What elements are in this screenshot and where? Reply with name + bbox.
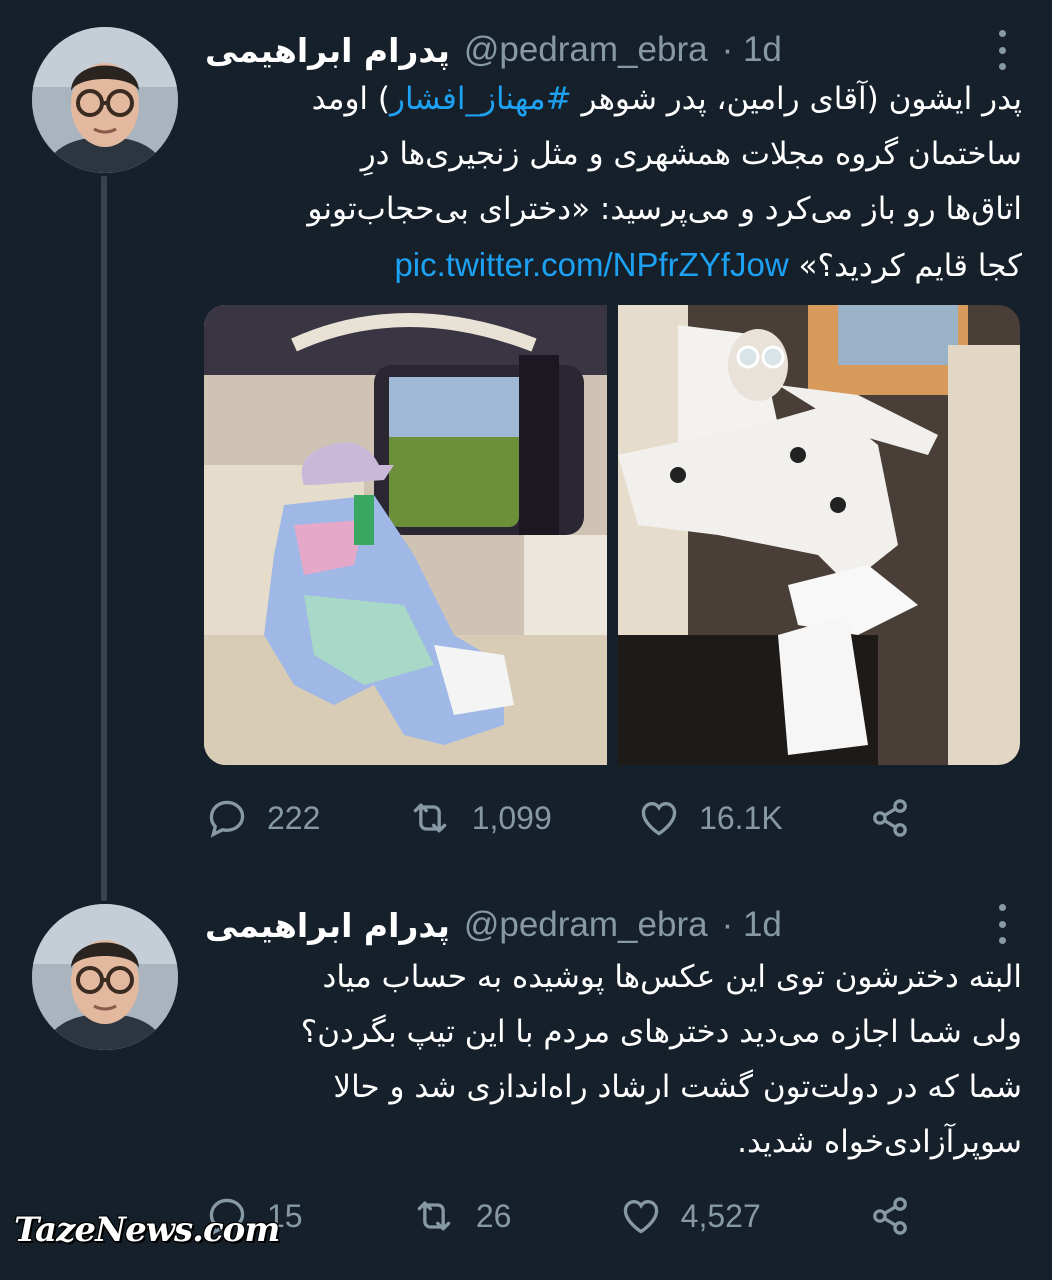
like-count: 16.1K: [699, 799, 783, 836]
watermark: TazeNews.com: [14, 1210, 280, 1250]
media-link[interactable]: pic.twitter.com/NPfrZYfJow: [394, 246, 788, 283]
retweet-count: 1,099: [471, 799, 552, 836]
like-button[interactable]: 16.1K: [637, 796, 783, 840]
avatar[interactable]: [32, 904, 178, 1050]
tweet-header: پدرام ابراهیمی @pedram_ebra · 1d: [205, 900, 992, 950]
retweet-button[interactable]: 1,099: [406, 796, 552, 840]
tweet-text: البته دخترشون توی این عکس‌ها پوشیده به ح…: [205, 950, 1022, 1175]
reply-icon: [209, 800, 245, 838]
share-icon: [873, 799, 907, 837]
tweet-text-line: ولی شما اجازه می‌دید دخترهای مردم با این…: [300, 1014, 1022, 1050]
tweet-header: پدرام ابراهیمی @pedram_ebra · 1d: [205, 25, 992, 75]
tweet-text-segment: پدر ایشون (آقای رامین، پدر شوهر: [571, 81, 1022, 117]
photo-right[interactable]: [617, 305, 1021, 765]
like-icon: [641, 802, 677, 836]
reply-button[interactable]: 222: [205, 796, 320, 840]
tweet-text-line: سوپرآزادی‌خواه شدید.: [737, 1124, 1022, 1160]
timestamp[interactable]: · 1d: [722, 30, 782, 70]
retweet-button[interactable]: 26: [410, 1194, 512, 1238]
share-button[interactable]: [868, 1194, 912, 1238]
tweet-text: پدر ایشون (آقای رامین، پدر شوهر #مهناز_ا…: [205, 72, 1022, 292]
user-handle[interactable]: @pedram_ebra: [464, 30, 708, 70]
tweet-text-segment: کجا قایم کردید؟»: [788, 248, 1022, 284]
share-button[interactable]: [868, 796, 912, 840]
avatar[interactable]: [32, 27, 178, 173]
tweet-text-line: ساختمان گروه مجلات همشهری و مثل زنجیری‌ه…: [360, 136, 1022, 172]
tweet-actions: 222 1,099 16.1K: [205, 793, 912, 843]
more-options-icon[interactable]: [996, 30, 1008, 70]
tweet-text-segment: ) اومد: [311, 81, 390, 117]
tweet-actions: 15 26 4,527: [205, 1191, 912, 1241]
timestamp[interactable]: · 1d: [722, 905, 782, 945]
retweet-icon: [417, 1201, 451, 1231]
display-name[interactable]: پدرام ابراهیمی: [205, 31, 450, 70]
reply-count: 222: [267, 799, 321, 836]
display-name[interactable]: پدرام ابراهیمی: [205, 906, 450, 945]
retweet-count: 26: [475, 1197, 512, 1234]
like-button[interactable]: 4,527: [619, 1194, 761, 1238]
share-icon: [873, 1197, 907, 1235]
photo-left[interactable]: [204, 305, 607, 765]
like-count: 4,527: [680, 1197, 761, 1234]
tweet-text-line: اتاق‌ها رو باز می‌کرد و می‌پرسید: «دخترا…: [307, 191, 1022, 227]
retweet-icon: [413, 803, 447, 833]
user-handle[interactable]: @pedram_ebra: [464, 905, 708, 945]
more-options-icon[interactable]: [996, 904, 1008, 944]
tweet-text-line: البته دخترشون توی این عکس‌ها پوشیده به ح…: [322, 959, 1022, 995]
like-icon: [623, 1200, 658, 1234]
tweet[interactable]: پدرام ابراهیمی @pedram_ebra · 1d پدر ایش…: [0, 0, 1052, 880]
hashtag-link[interactable]: #مهناز_افشار: [390, 81, 572, 117]
media-grid: [204, 305, 1020, 765]
tweet-text-line: شما که در دولت‌تون گشت ارشاد راه‌اندازی …: [333, 1069, 1022, 1105]
